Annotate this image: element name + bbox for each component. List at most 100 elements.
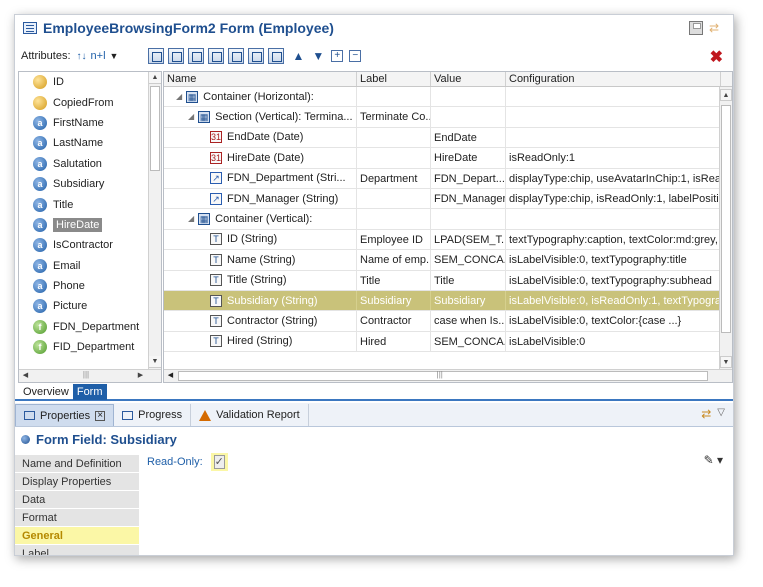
add-container-horizontal-button[interactable] xyxy=(148,48,165,64)
attribute-item[interactable]: a FirstName xyxy=(19,113,161,133)
scroll-left-icon[interactable]: ◀ xyxy=(164,370,177,382)
configuration-cell[interactable] xyxy=(506,209,721,229)
configuration-cell[interactable]: textTypography:caption, textColor:md:gre… xyxy=(506,229,721,250)
add-section-button[interactable] xyxy=(188,48,205,64)
scroll-left-icon[interactable]: ◀ xyxy=(19,370,32,382)
value-cell[interactable]: Title xyxy=(431,270,506,290)
add-field-button[interactable] xyxy=(268,48,285,64)
view-menu-icon[interactable]: ▽ xyxy=(717,407,725,421)
link-editor-icon[interactable]: ⇄ xyxy=(701,407,711,421)
name-cell[interactable]: ↗ FDN_Manager (String) xyxy=(164,188,357,209)
table-row[interactable]: 31 HireDate (Date) HireDate isReadOnly:1 xyxy=(164,148,732,169)
name-cell[interactable]: T Title (String) xyxy=(164,270,357,290)
label-cell[interactable]: Employee ID xyxy=(357,229,431,250)
table-row[interactable]: T Hired (String) Hired SEM_CONCA... isLabelV… xyxy=(164,331,732,353)
tab-overview[interactable]: Overview xyxy=(19,384,73,400)
value-cell[interactable]: LPAD(SEM_T... xyxy=(431,229,506,250)
side-nav-item[interactable]: General xyxy=(15,527,139,545)
scroll-grip[interactable]: ||| xyxy=(83,370,89,379)
collapse-all-icon[interactable]: − xyxy=(349,50,362,62)
expand-toggle-icon[interactable]: ◢ xyxy=(188,209,194,228)
column-header-configuration[interactable]: Configuration xyxy=(506,72,721,86)
label-cell[interactable]: Department xyxy=(357,168,431,188)
scroll-up-icon[interactable]: ▲ xyxy=(720,89,732,101)
scroll-down-icon[interactable]: ▼ xyxy=(720,356,732,368)
expand-toggle-icon[interactable]: ◢ xyxy=(188,107,194,126)
name-cell[interactable]: ◢ ▦ Section (Vertical): Termina... xyxy=(164,107,357,127)
grid-vscroll[interactable]: ▲ ▼ xyxy=(719,87,732,370)
attribute-item[interactable]: a LastName xyxy=(19,133,161,153)
configuration-cell[interactable]: isReadOnly:1 xyxy=(506,148,721,168)
expand-all-icon[interactable]: + xyxy=(331,50,344,62)
name-cell[interactable]: T ID (String) xyxy=(164,229,357,250)
scroll-thumb[interactable] xyxy=(721,105,731,333)
name-cell[interactable]: T Contractor (String) xyxy=(164,311,357,331)
attribute-item[interactable]: a Title xyxy=(19,194,161,214)
table-row[interactable]: 31 EndDate (Date) EndDate xyxy=(164,127,732,149)
column-header-name[interactable]: Name xyxy=(164,72,357,86)
value-cell[interactable]: EndDate xyxy=(431,127,506,148)
sort-icon[interactable]: ↑↓ xyxy=(77,51,87,62)
value-cell[interactable]: FDN_Manager xyxy=(431,188,506,209)
scroll-thumb[interactable] xyxy=(178,371,708,381)
move-up-icon[interactable]: ▲ xyxy=(292,49,304,63)
side-nav-item[interactable]: Name and Definition xyxy=(15,455,139,473)
tab-properties[interactable]: Properties × xyxy=(15,404,115,426)
tab-form[interactable]: Form xyxy=(72,384,107,400)
attribute-list-hscroll[interactable]: ◀ ||| ▶ xyxy=(19,369,161,382)
name-cell[interactable]: ◢ ▦ Container (Vertical): xyxy=(164,209,357,229)
label-cell[interactable] xyxy=(357,209,431,229)
label-cell[interactable]: Subsidiary xyxy=(357,290,431,311)
value-cell[interactable]: SEM_CONCA... xyxy=(431,250,506,270)
add-image-button[interactable] xyxy=(248,48,265,64)
value-cell[interactable]: Subsidiary xyxy=(431,290,506,311)
configuration-cell[interactable]: displayType:chip, isReadOnly:1, labelPos… xyxy=(506,188,721,209)
configuration-cell[interactable]: isLabelVisible:0, isReadOnly:1, textTypo… xyxy=(506,290,721,311)
table-row[interactable]: T Contractor (String) Contractor case when … xyxy=(164,311,732,332)
column-header-label[interactable]: Label xyxy=(357,72,431,86)
value-cell[interactable]: FDN_Depart... xyxy=(431,168,506,188)
close-icon[interactable]: × xyxy=(95,410,106,421)
name-cell[interactable]: T Subsidiary (String) xyxy=(164,290,357,311)
attribute-item[interactable]: a HireDate xyxy=(19,215,161,235)
name-cell[interactable]: T Name (String) xyxy=(164,250,357,270)
value-cell[interactable] xyxy=(431,209,506,229)
value-cell[interactable] xyxy=(431,107,506,127)
move-down-icon[interactable]: ▼ xyxy=(312,49,324,63)
attribute-item[interactable]: a IsContractor xyxy=(19,235,161,255)
scroll-grip[interactable]: ||| xyxy=(437,370,443,379)
sort-mode-label[interactable]: n+l xyxy=(91,50,106,62)
label-cell[interactable]: Terminate Co... xyxy=(357,107,431,127)
label-cell[interactable]: Name of emp... xyxy=(357,250,431,270)
table-row[interactable]: T ID (String) Employee ID LPAD(SEM_T... text… xyxy=(164,229,732,251)
table-row[interactable]: T Name (String) Name of emp... SEM_CONCA...… xyxy=(164,250,732,271)
edit-tool-icon[interactable]: ✎ ▾ xyxy=(704,453,723,467)
attribute-item[interactable]: f FDN_Department xyxy=(19,317,161,337)
label-cell[interactable]: Title xyxy=(357,270,431,290)
attribute-list-vscroll[interactable]: ▲ ▼ xyxy=(148,72,161,382)
configuration-cell[interactable]: isLabelVisible:0, textTypography:subhead xyxy=(506,270,721,290)
side-nav-item[interactable]: Display Properties xyxy=(15,473,139,491)
table-row[interactable]: ◢ ▦ Section (Vertical): Termina... Terminat… xyxy=(164,107,732,128)
readonly-checkbox[interactable]: ✓ xyxy=(213,455,225,469)
label-cell[interactable] xyxy=(357,148,431,168)
configuration-cell[interactable] xyxy=(506,87,721,107)
column-header-value[interactable]: Value xyxy=(431,72,506,86)
chevron-down-icon[interactable]: ▼ xyxy=(110,51,119,61)
label-cell[interactable] xyxy=(357,188,431,209)
name-cell[interactable]: 31 HireDate (Date) xyxy=(164,148,357,168)
table-row[interactable]: T Title (String) Title Title isLabelVisible:… xyxy=(164,270,732,291)
attribute-item[interactable]: a Picture xyxy=(19,296,161,316)
grid-hscroll[interactable]: ◀ ||| xyxy=(164,369,732,382)
value-cell[interactable]: SEM_CONCA... xyxy=(431,331,506,352)
expand-toggle-icon[interactable]: ◢ xyxy=(176,87,182,106)
value-cell[interactable]: HireDate xyxy=(431,148,506,168)
tab-validation-report[interactable]: Validation Report xyxy=(191,404,309,426)
configuration-cell[interactable]: isLabelVisible:0, textTypography:title xyxy=(506,250,721,270)
side-nav-item[interactable]: Label xyxy=(15,545,139,555)
scroll-thumb[interactable] xyxy=(150,86,160,171)
name-cell[interactable]: 31 EndDate (Date) xyxy=(164,127,357,148)
table-row[interactable]: T Subsidiary (String) Subsidiary Subsidiary… xyxy=(164,290,732,312)
configuration-cell[interactable] xyxy=(506,107,721,127)
table-row[interactable]: ◢ ▦ Container (Vertical): xyxy=(164,209,732,230)
